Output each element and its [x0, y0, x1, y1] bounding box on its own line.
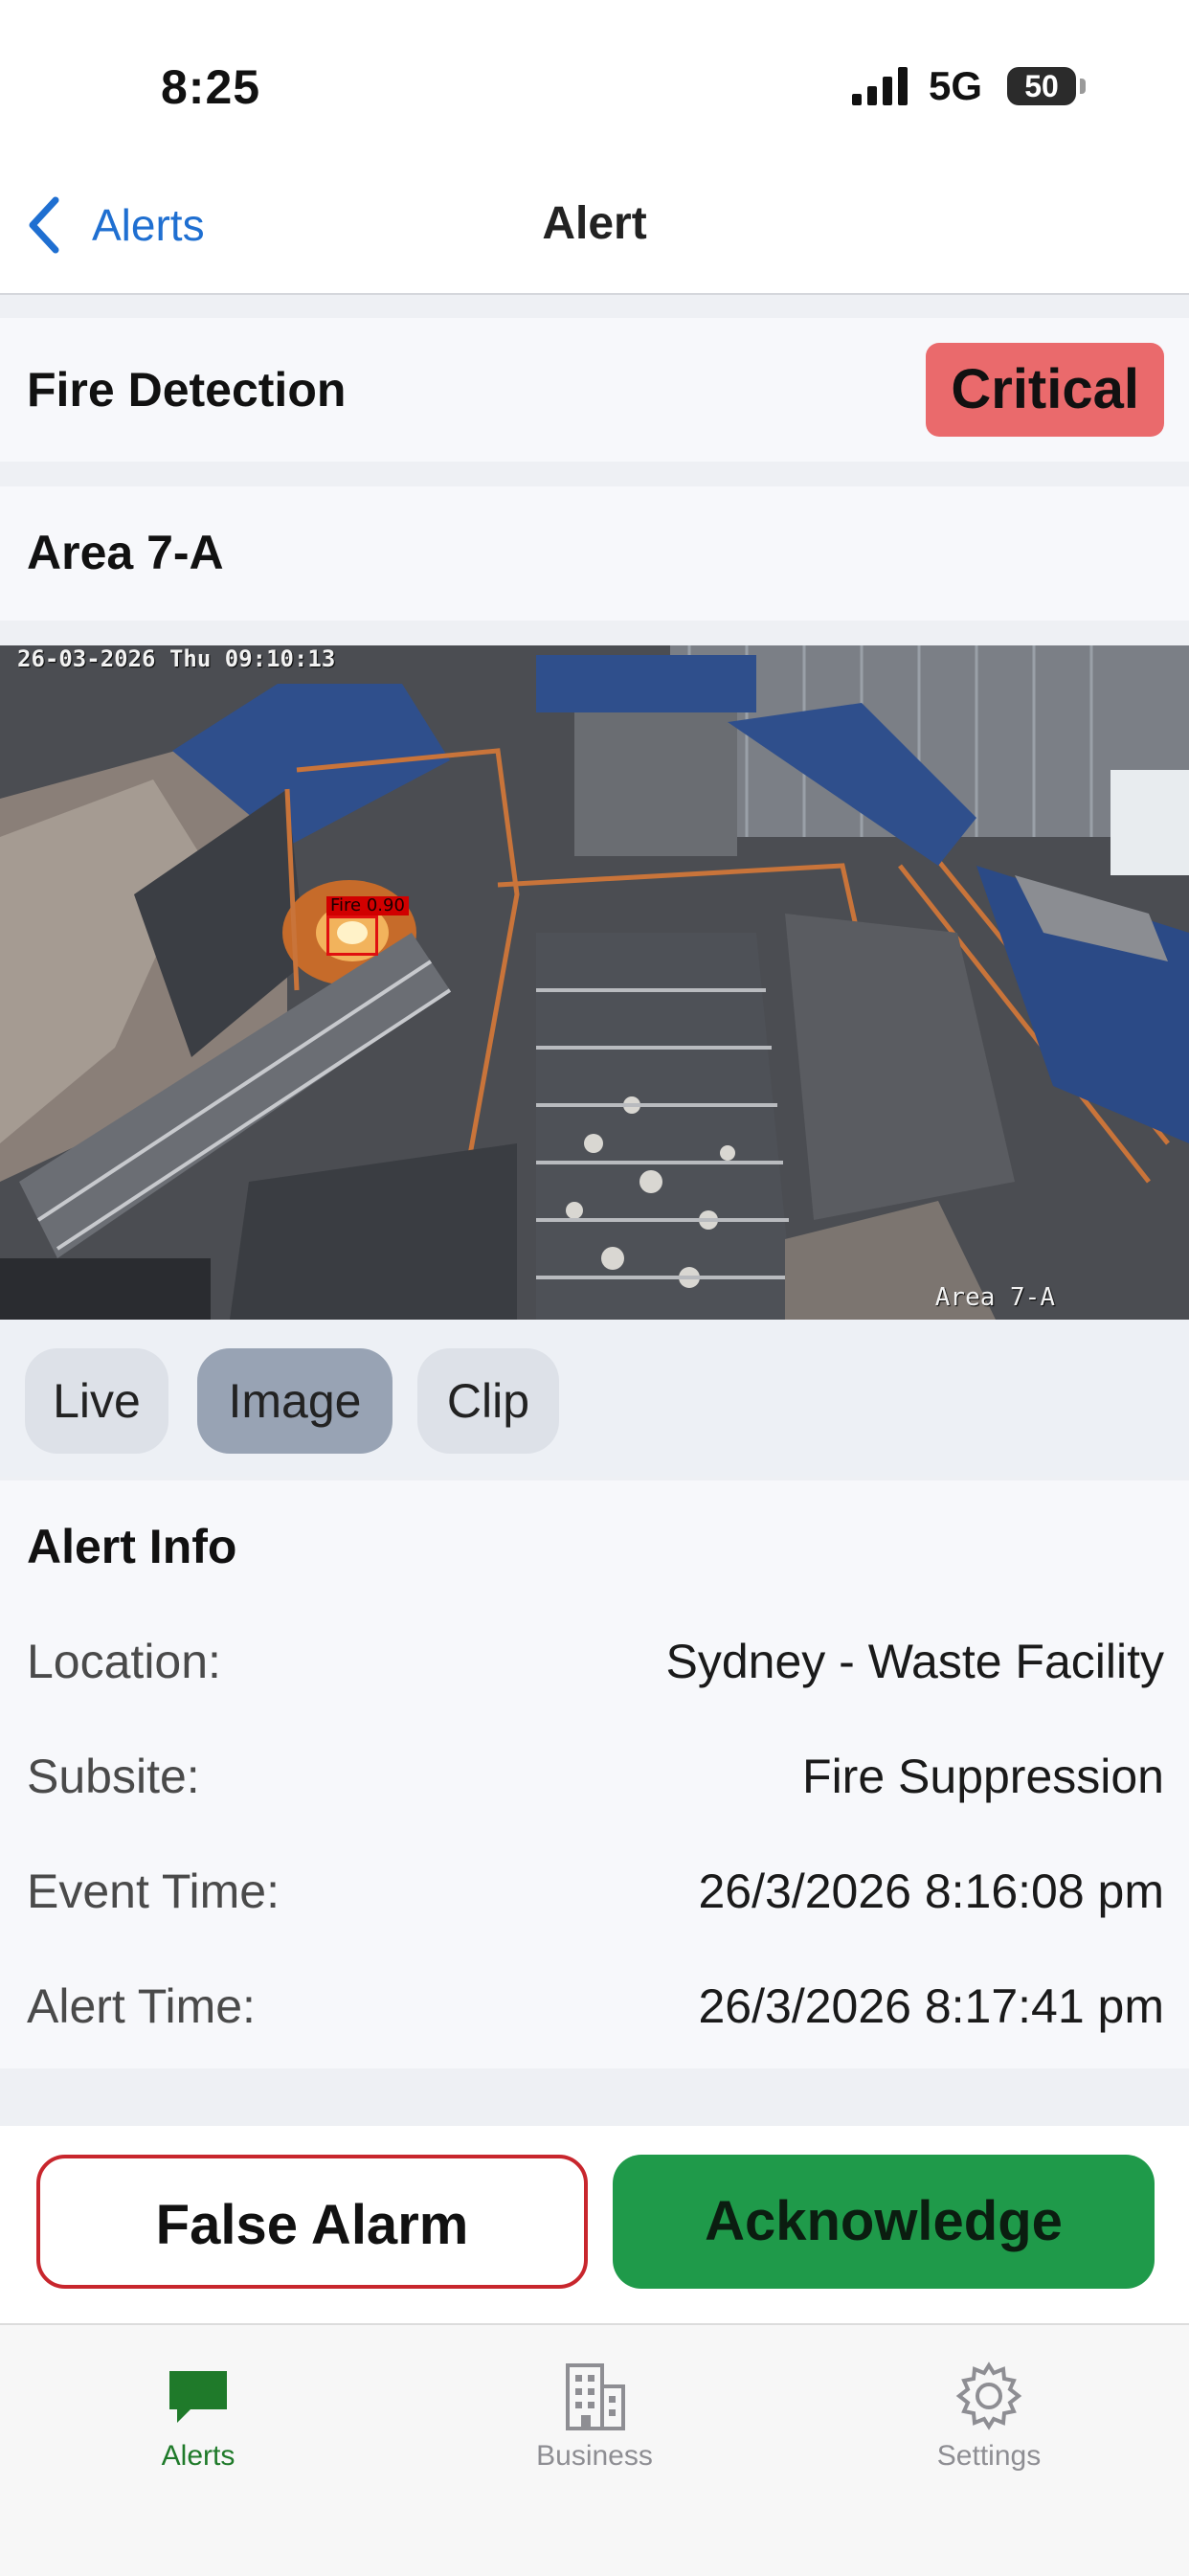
info-value: 26/3/2026 8:17:41 pm [698, 1979, 1165, 2033]
tab-alerts[interactable]: Alerts [79, 2344, 318, 2473]
top-bar: 8:25 5G 50 Alerts Alert [0, 0, 1189, 295]
severity-badge: Critical [926, 343, 1164, 437]
cellular-signal-icon [852, 67, 908, 105]
building-icon [566, 2363, 625, 2430]
battery-icon: 50 [1007, 67, 1076, 105]
area-card: Area 7-A [0, 486, 1189, 621]
network-type: 5G [929, 63, 983, 108]
info-label: Subsite: [27, 1750, 200, 1803]
acknowledge-button[interactable]: Acknowledge [613, 2155, 1155, 2289]
tab-settings-label: Settings [936, 2440, 1042, 2472]
alert-header-card: Fire Detection Critical [0, 318, 1189, 462]
chat-bubble-icon [169, 2371, 227, 2423]
tab-settings[interactable]: Settings [869, 2344, 1109, 2473]
media-tab-bar: Live Image Clip [0, 1320, 1189, 1477]
battery-level: 50 [1024, 69, 1059, 103]
action-bar: False Alarm Acknowledge [0, 2126, 1189, 2323]
status-time: 8:25 [161, 60, 261, 114]
alert-type: Fire Detection [27, 363, 347, 417]
info-row-subsite: Subsite: Fire Suppression [27, 1749, 1164, 1816]
info-row-event-time: Event Time: 26/3/2026 8:16:08 pm [27, 1864, 1164, 1931]
tab-alerts-label: Alerts [161, 2440, 236, 2472]
info-value: Fire Suppression [802, 1750, 1164, 1803]
info-value: Sydney - Waste Facility [665, 1635, 1164, 1688]
bottom-tab-bar: Alerts Business Settings [0, 2323, 1189, 2576]
info-row-location: Location: Sydney - Waste Facility [27, 1634, 1164, 1701]
camera-timestamp: 26-03-2026 Thu 09:10:13 [17, 645, 336, 672]
info-row-alert-time: Alert Time: 26/3/2026 8:17:41 pm [27, 1978, 1164, 2045]
false-alarm-button[interactable]: False Alarm [36, 2155, 588, 2289]
tab-live[interactable]: Live [25, 1348, 168, 1454]
tab-business-label: Business [536, 2440, 653, 2472]
page-title: Alert [542, 198, 647, 249]
camera-scene [0, 645, 1189, 1320]
tab-business[interactable]: Business [475, 2344, 714, 2473]
alert-info-card: Alert Info Location: Sydney - Waste Faci… [0, 1480, 1189, 2068]
alert-info-title: Alert Info [27, 1520, 237, 1573]
detection-label: Fire 0.90 [326, 896, 409, 915]
info-label: Location: [27, 1635, 221, 1688]
info-label: Alert Time: [27, 1979, 256, 2033]
tab-clip[interactable]: Clip [417, 1348, 559, 1454]
battery-nub [1080, 79, 1086, 94]
detection-box [326, 915, 378, 956]
tab-image[interactable]: Image [197, 1348, 393, 1454]
info-value: 26/3/2026 8:16:08 pm [698, 1864, 1165, 1918]
info-label: Event Time: [27, 1864, 280, 1918]
camera-area-label: Area 7-A [934, 1283, 1055, 1312]
gear-icon [955, 2361, 1022, 2430]
area-name: Area 7-A [27, 526, 224, 579]
camera-snapshot[interactable]: 26-03-2026 Thu 09:10:13 Area 7-A Fire 0.… [0, 645, 1189, 1320]
